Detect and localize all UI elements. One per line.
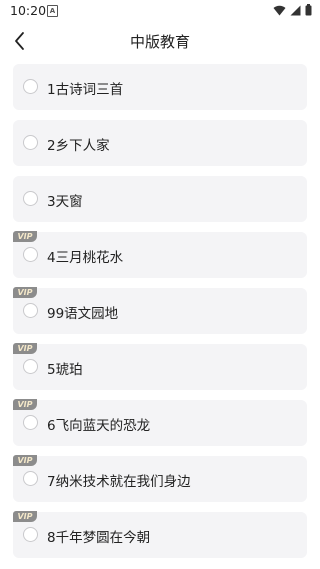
- lesson-item[interactable]: VIP 99语文园地: [13, 287, 307, 334]
- lesson-item[interactable]: VIP 7纳米技术就在我们身边: [13, 455, 307, 502]
- vip-badge: VIP: [13, 343, 37, 354]
- page-title: 中版教育: [129, 33, 190, 51]
- lesson-label: 4三月桃花水: [47, 250, 124, 266]
- vip-badge: VIP: [13, 511, 37, 522]
- radio-button[interactable]: [23, 471, 38, 486]
- lesson-item[interactable]: VIP 5琥珀: [13, 343, 307, 390]
- lesson-label: 2乡下人家: [47, 138, 110, 154]
- lesson-item[interactable]: VIP 4三月桃花水: [13, 231, 307, 278]
- vip-badge: VIP: [13, 231, 37, 242]
- lesson-item[interactable]: 1古诗词三首: [13, 64, 307, 110]
- lesson-item[interactable]: 3天窗: [13, 176, 307, 222]
- lesson-label: 8千年梦圆在今朝: [47, 530, 151, 546]
- radio-button[interactable]: [23, 191, 38, 206]
- vip-badge: VIP: [13, 399, 37, 410]
- lesson-item[interactable]: VIP 6飞向蓝天的恐龙: [13, 399, 307, 446]
- lesson-label: 1古诗词三首: [47, 82, 124, 98]
- radio-button[interactable]: [23, 303, 38, 318]
- vip-badge: VIP: [13, 455, 37, 466]
- wifi-icon: [273, 5, 286, 15]
- app-header: 中版教育: [0, 22, 320, 60]
- notification-icon: A: [47, 5, 58, 17]
- radio-button[interactable]: [23, 527, 38, 542]
- battery-icon: [305, 4, 312, 16]
- radio-button[interactable]: [23, 79, 38, 94]
- radio-button[interactable]: [23, 247, 38, 262]
- radio-button[interactable]: [23, 415, 38, 430]
- lesson-label: 3天窗: [47, 194, 83, 210]
- lesson-label: 5琥珀: [47, 362, 83, 378]
- status-bar: 10:20 A: [0, 0, 320, 22]
- vip-badge: VIP: [13, 287, 37, 298]
- lesson-label: 7纳米技术就在我们身边: [47, 474, 191, 490]
- radio-button[interactable]: [23, 135, 38, 150]
- lesson-item[interactable]: VIP 8千年梦圆在今朝: [13, 511, 307, 558]
- status-icons: [273, 4, 312, 16]
- lesson-item[interactable]: 2乡下人家: [13, 120, 307, 166]
- lesson-label: 6飞向蓝天的恐龙: [47, 418, 151, 434]
- status-time: 10:20: [10, 3, 47, 18]
- radio-button[interactable]: [23, 359, 38, 374]
- lesson-label: 99语文园地: [47, 306, 119, 322]
- signal-icon: [290, 5, 301, 15]
